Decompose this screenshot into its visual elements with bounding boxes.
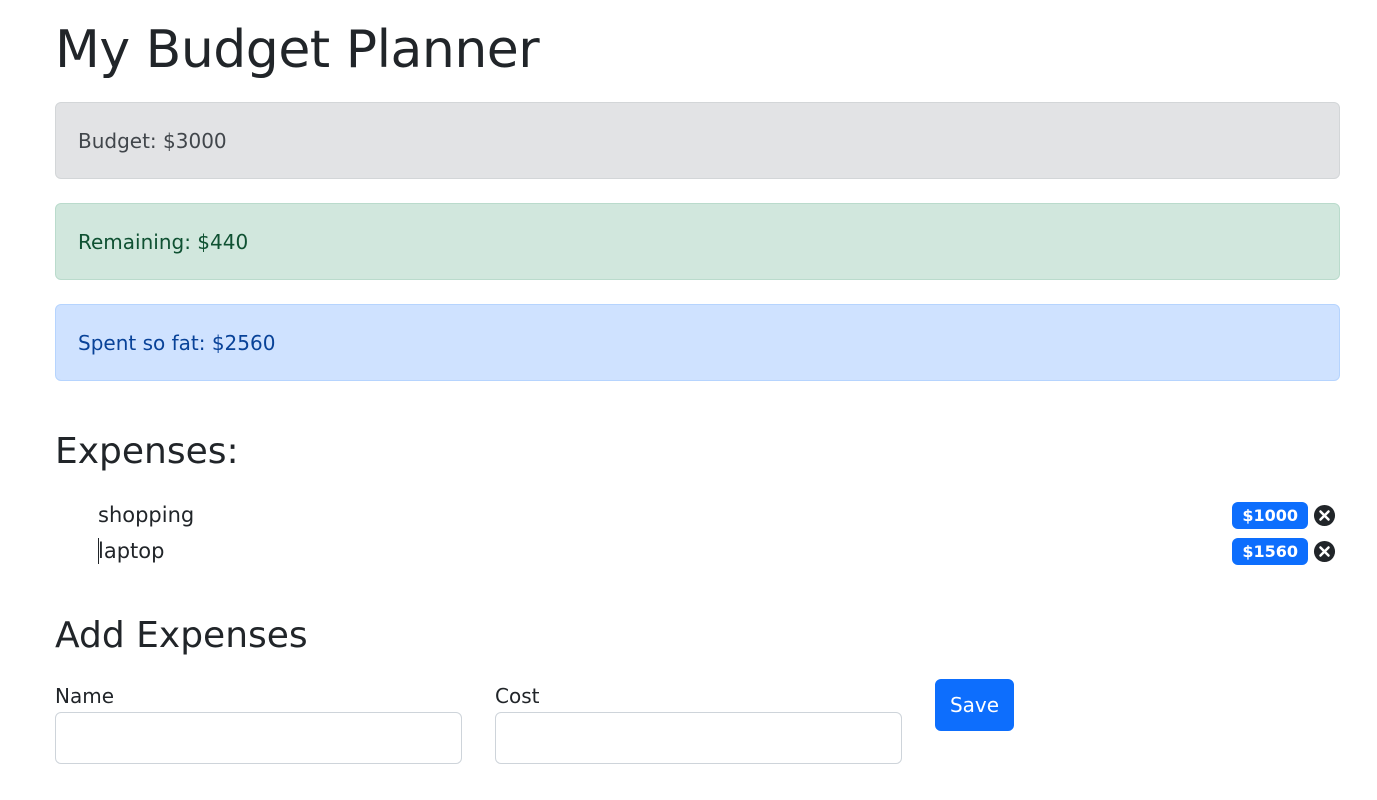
expense-actions: $1000 <box>1232 501 1336 529</box>
name-label: Name <box>55 684 115 708</box>
name-input[interactable] <box>55 712 462 764</box>
remaining-text: Remaining: $440 <box>78 229 249 254</box>
remaining-card: Remaining: $440 <box>55 203 1340 280</box>
budget-text: Budget: $3000 <box>78 128 227 153</box>
expense-name: laptop <box>98 539 165 563</box>
spent-card: Spent so fat: $2560 <box>55 304 1340 381</box>
list-item: shopping $1000 <box>55 497 1340 533</box>
save-button[interactable]: Save <box>935 679 1014 731</box>
expenses-heading: Expenses: <box>55 431 239 472</box>
cost-input[interactable] <box>495 712 902 764</box>
budget-card: Budget: $3000 <box>55 102 1340 179</box>
cost-label: Cost <box>495 684 540 708</box>
cost-badge: $1000 <box>1232 501 1308 529</box>
spent-text: Spent so fat: $2560 <box>78 330 276 355</box>
list-item: laptop $1560 <box>55 533 1340 569</box>
close-circle-icon[interactable] <box>1313 504 1336 527</box>
close-circle-icon[interactable] <box>1313 540 1336 563</box>
expense-name: shopping <box>98 503 195 527</box>
expense-actions: $1560 <box>1232 537 1336 565</box>
add-expenses-heading: Add Expenses <box>55 615 308 656</box>
expense-list: shopping $1000 laptop $1560 <box>55 497 1340 569</box>
cost-badge: $1560 <box>1232 537 1308 565</box>
page-title: My Budget Planner <box>55 20 540 80</box>
